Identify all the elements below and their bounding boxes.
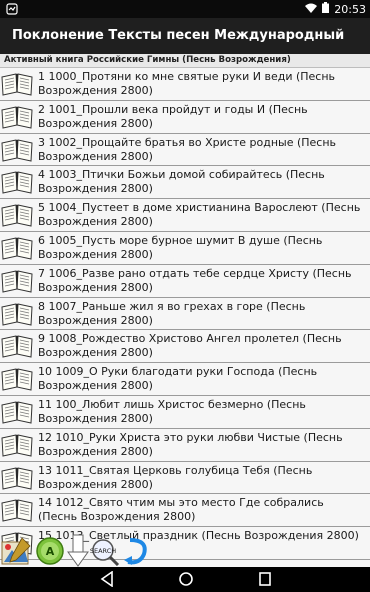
song-title: 13 1011_Святая Церковь голубица Тебя (Пе… (38, 463, 313, 491)
book-icon (1, 202, 33, 227)
song-title: 14 1012_Свято чтим мы это место Где собр… (38, 496, 324, 524)
status-time: 20:53 (334, 2, 366, 16)
wifi-icon (305, 3, 318, 16)
song-title: 3 1002_Прощайте братья во Христе родные … (38, 135, 337, 163)
song-title: 9 1008_Рождество Христово Ангел пролетел… (38, 332, 342, 360)
song-list[interactable]: 1 1000_Протяни ко мне святые руки И веди… (0, 68, 370, 567)
song-list-item[interactable]: 5 1004_Пустеет в доме христианина Варосл… (0, 199, 370, 232)
book-icon (1, 169, 33, 195)
notification-icon (6, 3, 18, 18)
battery-icon (322, 2, 330, 16)
song-list-item[interactable]: 6 1005_Пусть море бурное шумит В душе (П… (0, 231, 370, 265)
song-title: 8 1007_Раньше жил я во грехах в горе (Пе… (38, 299, 306, 327)
song-list-item[interactable]: 2 1001_Прошли века пройдут и годы И (Пес… (0, 100, 370, 134)
song-list-item[interactable]: 4 1003_Птички Божьи домой собирайтесь (П… (0, 166, 370, 200)
book-icon (1, 235, 33, 260)
book-icon (1, 268, 33, 293)
book-icon (1, 104, 33, 129)
app-bar: Поклонение Тексты песен Международный (0, 18, 370, 54)
song-list-item[interactable]: 1 1000_Протяни ко мне святые руки И веди… (0, 68, 370, 101)
back-arrow-icon[interactable] (122, 536, 150, 570)
song-list-item[interactable]: 7 1006_Разве рано отдать тебе сердце Хри… (0, 264, 370, 298)
app-title: Поклонение Тексты песен Международный (12, 28, 345, 43)
song-list-item[interactable]: 10 1009_О Руки благодати руки Господа (П… (0, 363, 370, 396)
song-list-item[interactable]: 13 1011_Святая Церковь голубица Тебя (Пе… (0, 461, 370, 495)
song-title: 10 1009_О Руки благодати руки Господа (П… (38, 365, 318, 393)
book-icon (1, 333, 33, 358)
song-title: 7 1006_Разве рано отдать тебе сердце Хри… (38, 266, 352, 294)
system-nav-bar (0, 567, 370, 592)
song-list-item[interactable]: 14 1012_Свято чтим мы это место Где собр… (0, 494, 370, 528)
book-icon (1, 71, 33, 96)
song-title: 12 1010_Руки Христа это руки любви Чисты… (38, 430, 343, 458)
book-icon (1, 366, 33, 391)
song-list-item[interactable]: 3 1002_Прощайте братья во Христе родные … (0, 133, 370, 167)
active-book-header: Активный книга Российские Гимны (Песнь В… (0, 54, 370, 68)
book-icon (1, 465, 33, 490)
book-icon (1, 399, 33, 424)
song-title: 4 1003_Птички Божьи домой собирайтесь (П… (38, 168, 325, 196)
book-icon (1, 301, 33, 326)
bottom-toolbar: A SEARCH (0, 534, 160, 568)
song-title: 2 1001_Прошли века пройдут и годы И (Пес… (38, 102, 308, 130)
book-icon (1, 497, 33, 522)
search-button[interactable]: SEARCH (90, 538, 120, 570)
status-bar: 20:53 (0, 0, 370, 18)
song-list-item[interactable]: 12 1010_Руки Христа это руки любви Чисты… (0, 428, 370, 462)
nav-recents-icon[interactable] (258, 571, 272, 591)
song-title: 6 1005_Пусть море бурное шумит В душе (П… (38, 233, 323, 261)
active-book-label: Активный книга Российские Гимны (Песнь В… (4, 55, 291, 65)
search-label: SEARCH (90, 547, 116, 555)
song-title: 5 1004_Пустеет в доме христианина Варосл… (38, 201, 361, 229)
translate-icon[interactable]: A (35, 536, 65, 570)
nav-home-icon[interactable] (178, 571, 194, 591)
song-list-item[interactable]: 9 1008_Рождество Христово Ангел пролетел… (0, 330, 370, 364)
song-list-item[interactable]: 11 100_Любит лишь Христос безмерно (Песн… (0, 395, 370, 429)
status-icons: 20:53 (305, 2, 366, 16)
nav-back-icon[interactable] (100, 570, 114, 591)
svg-text:A: A (46, 545, 55, 558)
book-icon (1, 137, 33, 162)
song-title: 1 1000_Протяни ко мне святые руки И веди… (38, 70, 336, 97)
song-list-item[interactable]: 8 1007_Раньше жил я во грехах в горе (Пе… (0, 297, 370, 331)
song-title: 11 100_Любит лишь Христос безмерно (Песн… (38, 397, 306, 425)
book-icon (1, 432, 33, 457)
